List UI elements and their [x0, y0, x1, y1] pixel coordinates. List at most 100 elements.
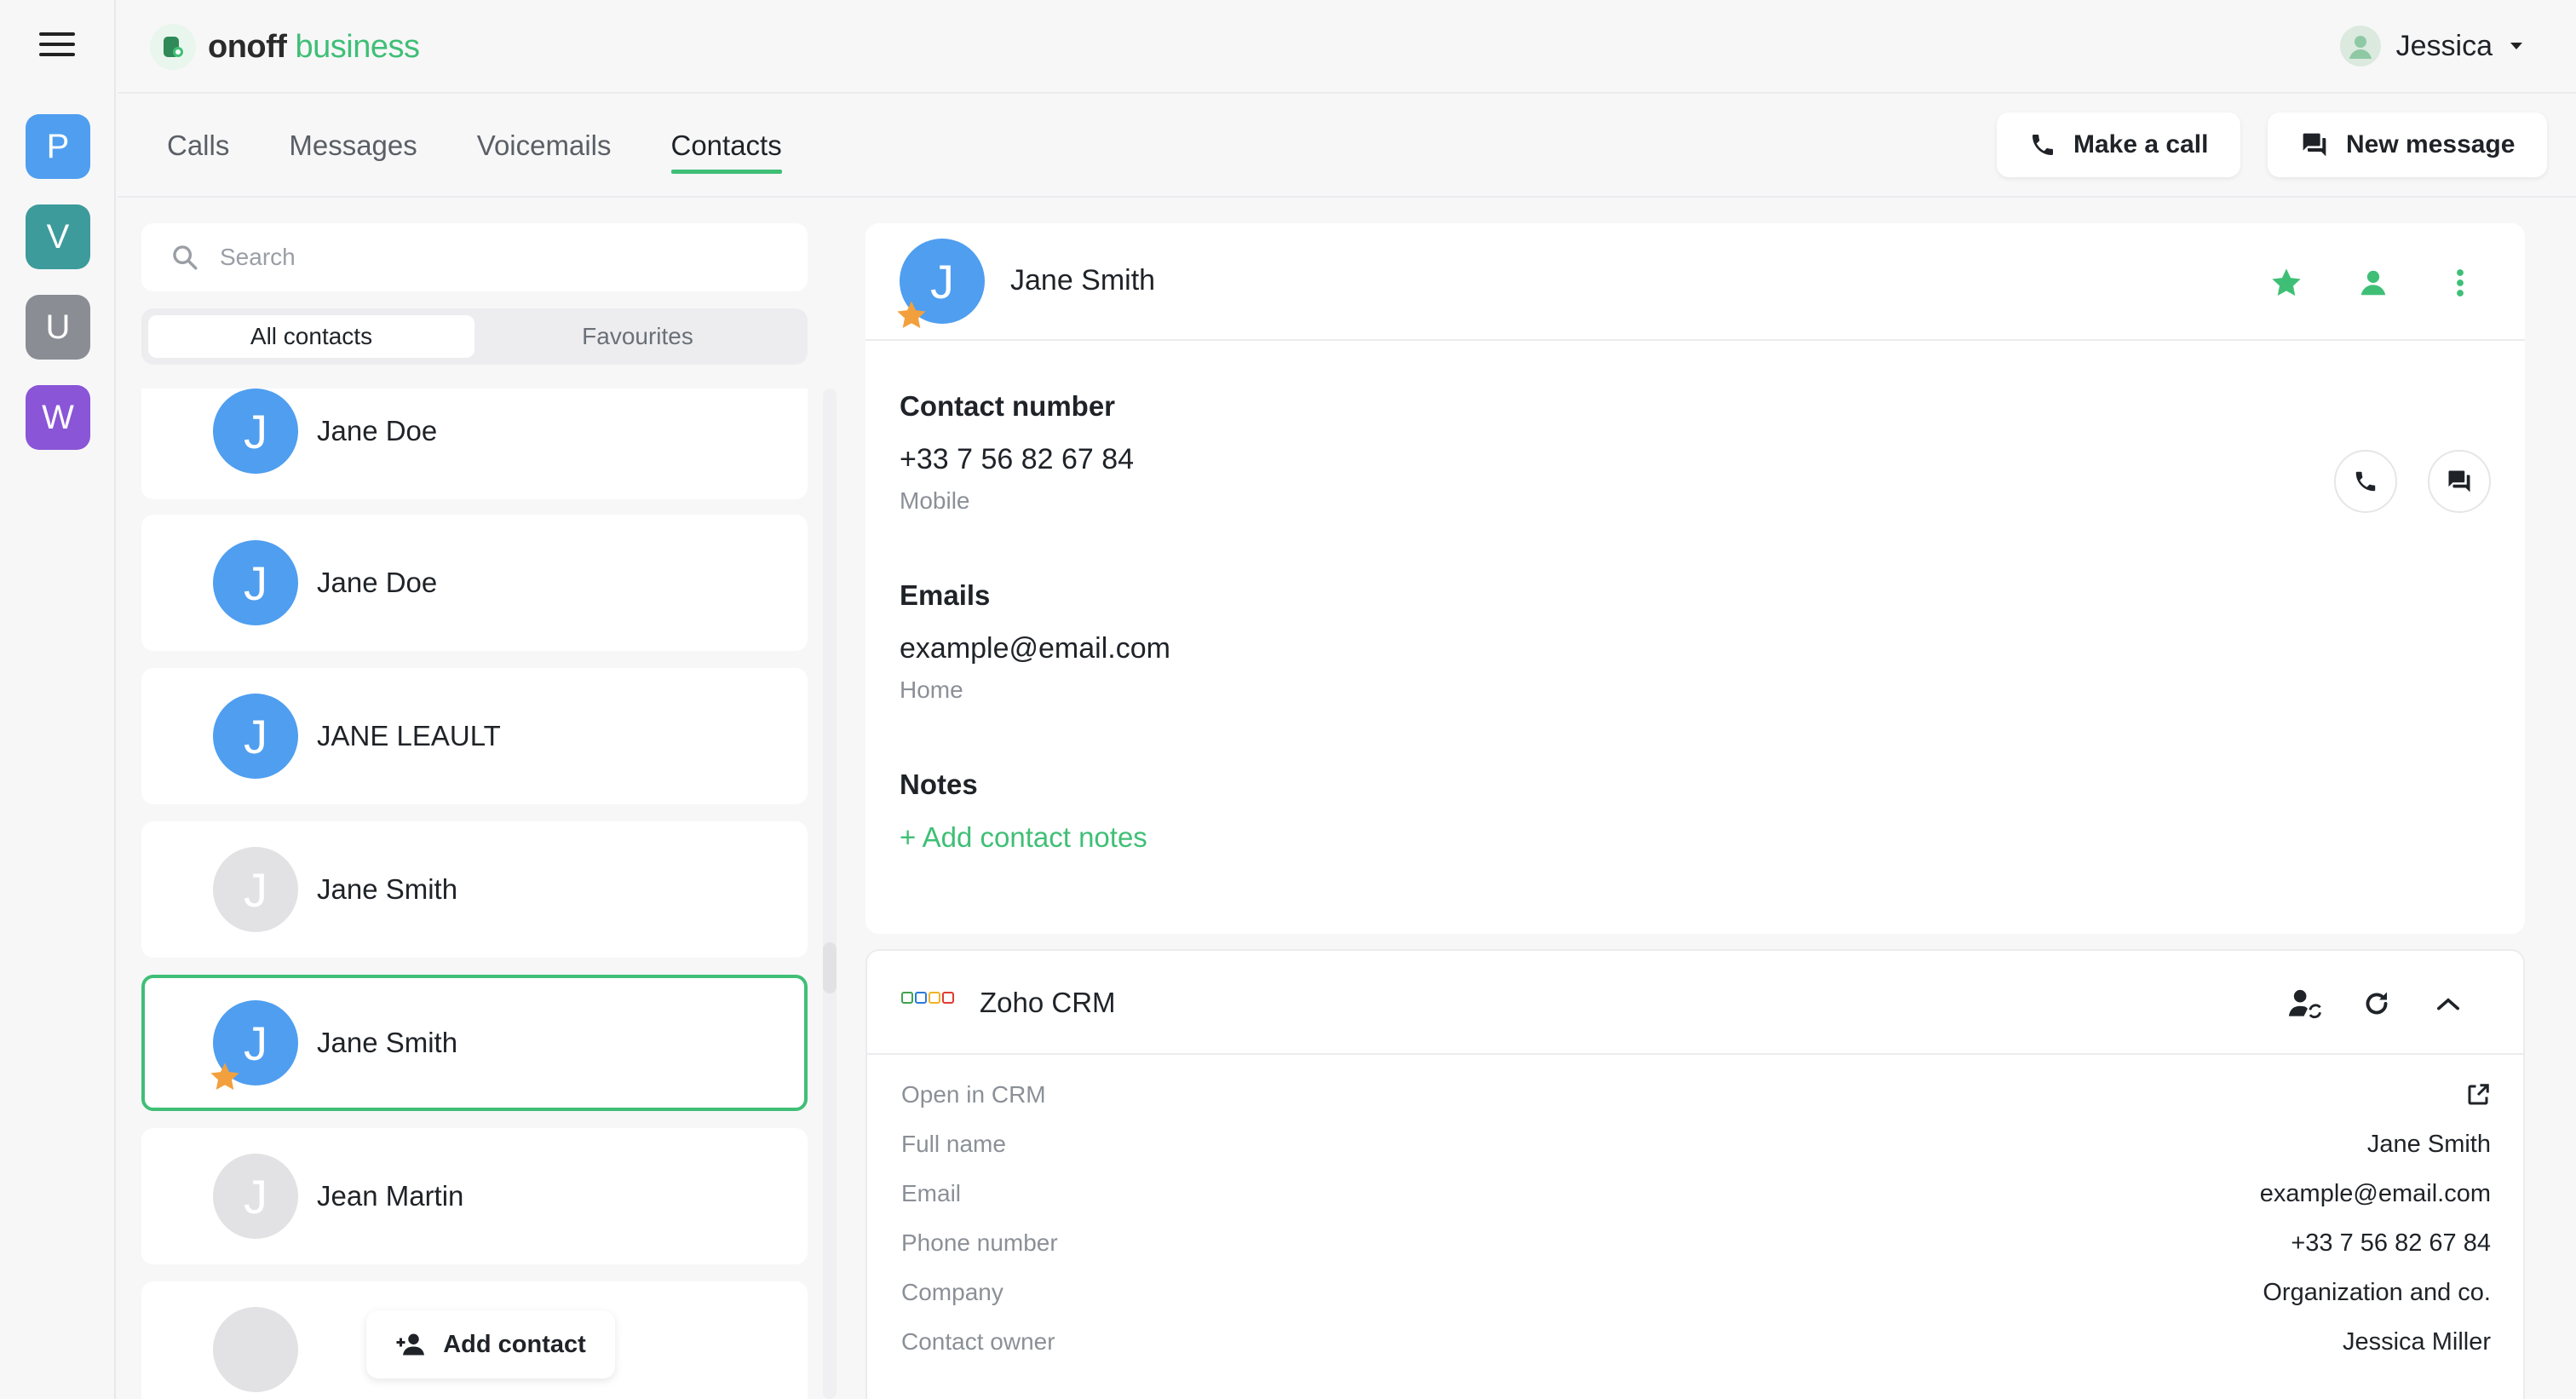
brand-logo: onoff business	[150, 24, 420, 70]
add-contact-label: Add contact	[443, 1330, 586, 1358]
contact-profile-button[interactable]	[2349, 259, 2397, 307]
call-contact-button[interactable]	[2334, 450, 2397, 513]
tab-calls[interactable]: Calls	[167, 130, 229, 174]
menu-icon[interactable]	[39, 32, 75, 60]
contact-card[interactable]: J Jane Doe	[141, 515, 808, 651]
main-tabs: Calls Messages Voicemails Contacts	[167, 130, 782, 174]
tab-voicemails[interactable]: Voicemails	[477, 130, 612, 174]
open-in-crm-label: Open in CRM	[901, 1081, 1046, 1108]
nav-bar: Calls Messages Voicemails Contacts Make …	[118, 95, 2576, 198]
person-icon	[2360, 270, 2386, 296]
chevron-up-icon	[2436, 998, 2460, 1010]
contact-avatar: J	[213, 1154, 298, 1239]
contact-filter: All contacts Favourites	[141, 308, 808, 365]
contact-name: JANE LEAULT	[317, 720, 501, 751]
add-contact-notes-link[interactable]: + Add contact notes	[900, 821, 1147, 854]
crm-header: Zoho CRM	[867, 951, 2525, 1055]
search-box	[141, 223, 808, 291]
search-input[interactable]	[220, 244, 765, 271]
crm-row-company: Company Organization and co.	[901, 1278, 2491, 1306]
contact-card[interactable]: J JANE LEAULT	[141, 668, 808, 804]
chat-icon	[2448, 470, 2470, 492]
contact-email: example@email.com	[900, 632, 1170, 665]
external-link-icon[interactable]	[2465, 1082, 2491, 1108]
make-call-button[interactable]: Make a call	[1997, 112, 2241, 177]
contact-card[interactable]: J Jane Smith	[141, 821, 808, 958]
workspace-rail: P V U W	[0, 0, 116, 1399]
contact-avatar: J	[213, 540, 298, 625]
add-person-icon	[396, 1333, 425, 1356]
favourite-toggle[interactable]	[2263, 259, 2310, 307]
refresh-button[interactable]	[2353, 980, 2401, 1028]
zoho-logo-icon	[901, 992, 954, 1004]
new-message-button[interactable]: New message	[2268, 112, 2548, 177]
contact-avatar: J	[210, 1000, 298, 1091]
top-bar: onoff business Jessica	[118, 0, 2576, 94]
caret-down-icon	[2510, 43, 2522, 49]
contact-list: J Jane Doe J Jane Doe J JANE LEAULT J Ja…	[141, 389, 808, 1399]
contact-name: Jane Doe	[317, 415, 438, 446]
notes-title: Notes	[900, 769, 978, 800]
contact-detail-header: J Jane Smith	[865, 223, 2525, 341]
user-menu[interactable]: Jessica	[2339, 26, 2525, 66]
star-icon	[2272, 268, 2301, 296]
contact-name: Jane Smith	[317, 873, 458, 905]
detail-contact-name: Jane Smith	[1010, 264, 1156, 296]
person-sync-icon	[2289, 989, 2321, 1019]
filter-all-contacts[interactable]: All contacts	[148, 315, 474, 358]
contact-avatar	[213, 1307, 298, 1392]
add-contact-button[interactable]: Add contact	[366, 1310, 615, 1379]
contact-email-type: Home	[900, 676, 963, 703]
contact-card[interactable]: J Jean Martin	[141, 1128, 808, 1264]
contact-phone-type: Mobile	[900, 487, 970, 514]
contact-phone: +33 7 56 82 67 84	[900, 443, 1135, 475]
more-vertical-icon	[2457, 269, 2464, 296]
tab-contacts[interactable]: Contacts	[670, 130, 782, 174]
contact-name: Jean Martin	[317, 1180, 464, 1212]
more-options-button[interactable]	[2436, 259, 2484, 307]
scrollbar-thumb[interactable]	[823, 942, 837, 993]
contact-detail-panel: J Jane Smith Contact number +33 7 56 82 …	[865, 223, 2525, 934]
phone-icon	[2033, 135, 2053, 155]
crm-row-phone: Phone number +33 7 56 82 67 84	[901, 1229, 2491, 1257]
workspace-w[interactable]: W	[26, 385, 90, 450]
phone-icon	[2355, 471, 2376, 492]
onoff-logo-icon	[150, 24, 196, 70]
workspace-v[interactable]: V	[26, 204, 90, 269]
workspace-u[interactable]: U	[26, 295, 90, 360]
new-message-label: New message	[2346, 130, 2516, 158]
contact-number-title: Contact number	[900, 390, 1116, 422]
detail-avatar: J	[897, 239, 985, 329]
contact-name: Jane Smith	[317, 1027, 458, 1058]
workspace-p[interactable]: P	[26, 114, 90, 179]
make-call-label: Make a call	[2073, 130, 2209, 158]
message-contact-button[interactable]	[2428, 450, 2491, 513]
user-name: Jessica	[2395, 29, 2493, 62]
favourite-star-icon	[210, 1062, 239, 1091]
contact-avatar: J	[213, 389, 298, 474]
user-avatar-icon	[2339, 26, 2381, 66]
search-icon	[173, 245, 198, 270]
contact-list-scrollbar[interactable]	[823, 389, 837, 1399]
contact-card[interactable]: J Jane Doe	[141, 389, 808, 499]
crm-open-row[interactable]: Open in CRM	[901, 1070, 2491, 1120]
brand-name: onoff	[208, 28, 287, 65]
contact-name: Jane Doe	[317, 567, 438, 598]
sync-contact-button[interactable]	[2281, 980, 2329, 1028]
collapse-button[interactable]	[2424, 980, 2472, 1028]
crm-row-contact-owner: Contact owner Jessica Miller	[901, 1327, 2491, 1356]
refresh-icon	[2366, 992, 2388, 1015]
emails-title: Emails	[900, 579, 991, 611]
contact-card-selected[interactable]: J Jane Smith	[141, 975, 808, 1111]
favourite-star-icon	[897, 301, 926, 329]
filter-favourites[interactable]: Favourites	[474, 315, 801, 358]
contact-avatar: J	[213, 694, 298, 779]
crm-title: Zoho CRM	[980, 987, 1116, 1018]
chat-icon	[2303, 133, 2326, 157]
zoho-crm-panel: Zoho CRM Open in CRM Full name Jane Smit…	[865, 949, 2525, 1399]
contact-avatar: J	[213, 847, 298, 932]
crm-row-email: Email example@email.com	[901, 1179, 2491, 1207]
crm-row-full-name: Full name Jane Smith	[901, 1130, 2491, 1158]
tab-messages[interactable]: Messages	[289, 130, 417, 174]
brand-suffix: business	[286, 28, 421, 65]
